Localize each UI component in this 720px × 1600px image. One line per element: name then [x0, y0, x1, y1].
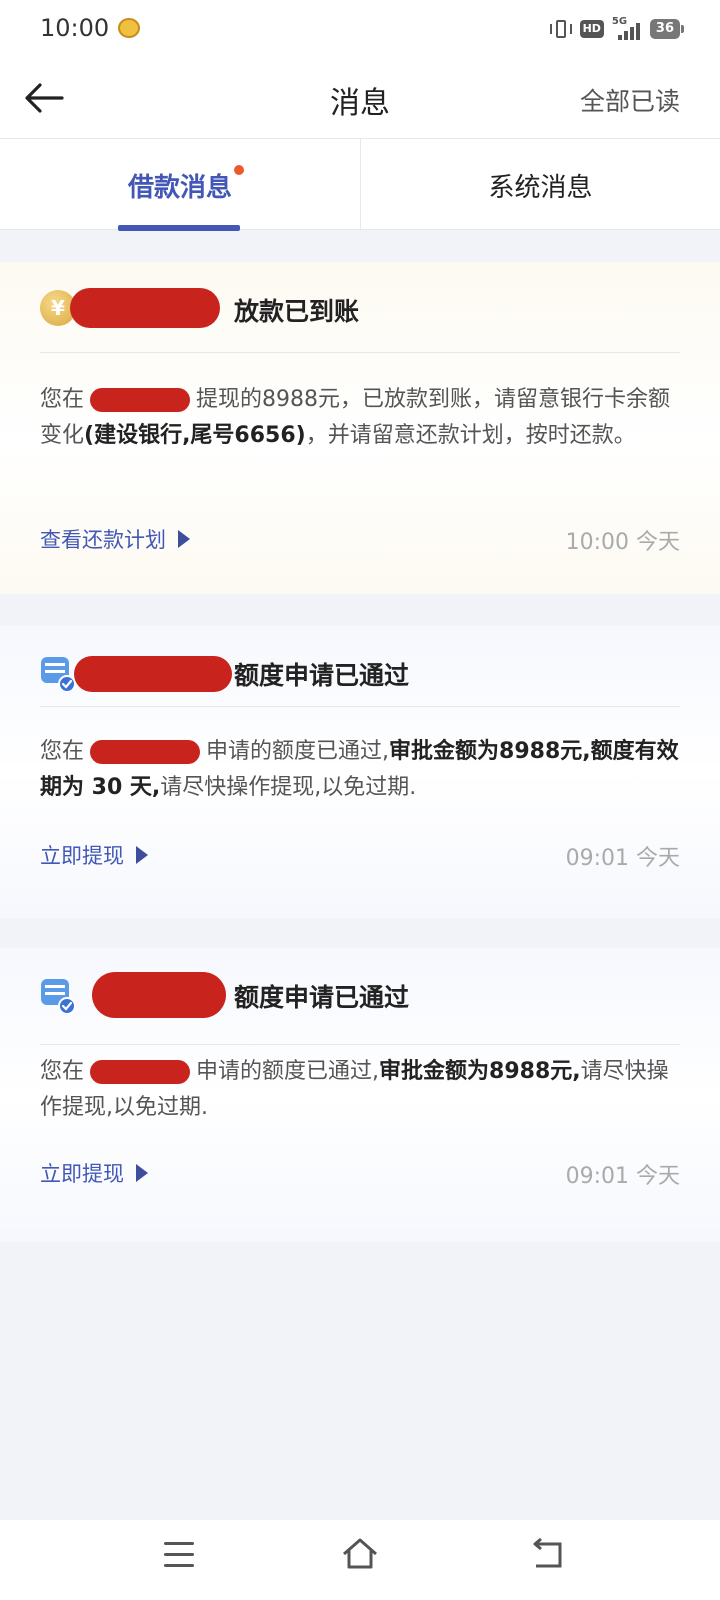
message-tabs: 借款消息 系统消息 — [0, 138, 720, 231]
home-icon[interactable] — [340, 1534, 380, 1574]
tab-loan-messages[interactable]: 借款消息 — [0, 139, 360, 231]
redacted-area — [70, 288, 220, 328]
message-card[interactable]: ¥ 放款已到账 您在 提现的8988元，已放款到账，请留意银行卡余额变化(建设银行… — [0, 262, 720, 594]
status-bar: 10:00 HD 5G 36 — [0, 0, 720, 60]
system-navigation-bar — [0, 1520, 720, 1600]
redacted-area — [92, 972, 226, 1018]
redacted-area — [90, 1060, 191, 1084]
play-arrow-icon — [178, 530, 190, 548]
status-icons: HD 5G 36 — [549, 16, 685, 42]
card-body: 您在 申请的额度已通过,审批金额为8988元,请尽快操作提现,以免过期. — [40, 1059, 669, 1120]
message-time: 10:00 今天 — [565, 530, 680, 555]
signal-icon: 5G — [611, 16, 642, 40]
tab-label: 借款消息 — [128, 165, 244, 204]
view-repayment-plan-link[interactable]: 查看还款计划 — [40, 524, 190, 554]
unread-dot — [234, 165, 244, 175]
menu-icon[interactable] — [164, 1542, 194, 1568]
withdraw-now-link[interactable]: 立即提现 — [40, 1158, 148, 1188]
divider — [40, 706, 680, 707]
tab-system-messages[interactable]: 系统消息 — [360, 139, 720, 231]
card-body: 您在 提现的8988元，已放款到账，请留意银行卡余额变化(建设银行,尾号6656)… — [40, 387, 671, 448]
tab-label: 系统消息 — [488, 173, 593, 203]
active-tab-indicator — [118, 225, 240, 231]
card-title: 放款已到账 — [234, 297, 360, 326]
card-header: 额度申请已通过 — [40, 968, 680, 1024]
redacted-area — [74, 656, 232, 692]
nav-bar: 消息 全部已读 — [0, 60, 720, 138]
message-time: 09:01 今天 — [565, 846, 680, 871]
hd-badge: HD — [579, 20, 604, 38]
notification-emoji-icon — [118, 18, 140, 38]
withdraw-now-link[interactable]: 立即提现 — [40, 840, 148, 870]
card-body: 您在 申请的额度已通过,审批金额为8988元,额度有效期为 30 天,请尽快操作提… — [40, 739, 679, 800]
mark-all-read-button[interactable]: 全部已读 — [580, 82, 680, 118]
status-time: 10:00 — [40, 14, 110, 42]
play-arrow-icon — [136, 1164, 148, 1182]
divider — [40, 1044, 680, 1045]
card-title: 额度申请已通过 — [234, 983, 410, 1012]
message-card[interactable]: 额度申请已通过 您在 申请的额度已通过,审批金额为8988元,额度有效期为 30 … — [0, 626, 720, 918]
network-type: 5G — [611, 16, 628, 27]
database-check-icon — [40, 654, 76, 693]
redacted-area — [90, 740, 201, 764]
vibrate-icon — [549, 19, 572, 39]
card-title: 额度申请已通过 — [234, 661, 410, 690]
database-check-icon — [40, 976, 76, 1015]
message-card[interactable]: 额度申请已通过 您在 申请的额度已通过,审批金额为8988元,请尽快操作提现,以免… — [0, 948, 720, 1242]
divider — [40, 352, 680, 353]
message-time: 09:01 今天 — [565, 1164, 680, 1189]
back-icon[interactable] — [530, 1537, 566, 1572]
card-header: ¥ 放款已到账 — [40, 282, 680, 338]
card-header: 额度申请已通过 — [40, 646, 680, 702]
battery-icon: 36 — [649, 19, 685, 39]
redacted-area — [90, 388, 191, 412]
play-arrow-icon — [136, 846, 148, 864]
